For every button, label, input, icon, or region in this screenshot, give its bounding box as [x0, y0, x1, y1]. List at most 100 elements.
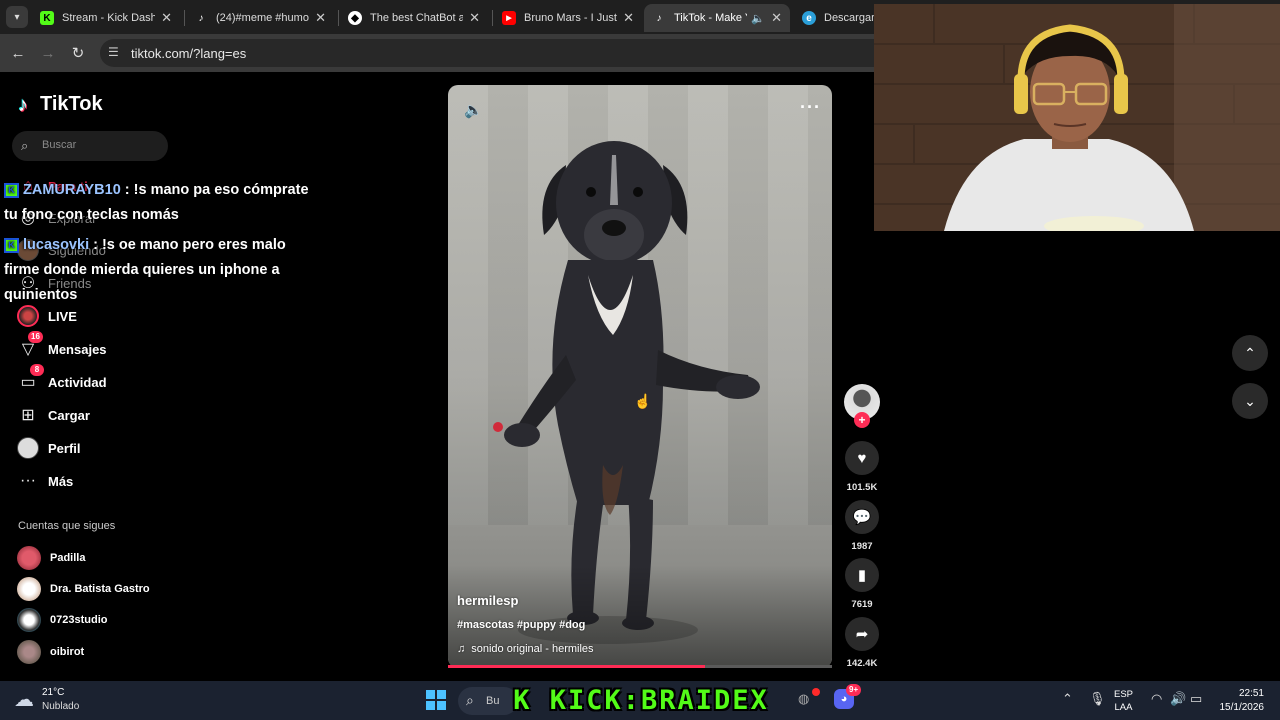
search-input[interactable]: ⌕ Buscar — [12, 131, 168, 161]
avatar — [17, 608, 41, 632]
youtube-icon: ▶ — [502, 11, 516, 25]
tab-descargar[interactable]: e Descargar H — [794, 4, 884, 32]
tiktok-icon: ♪ — [656, 12, 662, 24]
sidebar-item-label: Actividad — [48, 374, 107, 390]
start-button[interactable] — [426, 690, 446, 710]
url-text[interactable]: tiktok.com/?lang=es — [131, 46, 246, 61]
like-button[interactable]: ♥ 101.5K — [844, 441, 880, 493]
sidebar-item-mas[interactable]: ··· Más — [16, 469, 73, 493]
save-button[interactable]: ▮ 7619 — [844, 558, 880, 610]
microphone-icon[interactable]: 🎙 — [1089, 691, 1106, 707]
discord-badge: 9+ — [846, 684, 862, 696]
kick-channel-banner: K KICK:BRAIDEX — [513, 684, 769, 716]
clock[interactable]: 22:51 15/1/2026 — [1214, 687, 1265, 715]
more-icon: ··· — [20, 472, 36, 489]
music-note-icon: ♫ — [457, 643, 466, 655]
clock-date: 15/1/2026 — [1219, 702, 1265, 713]
kick-badge-icon: K — [4, 237, 19, 253]
profile-icon — [16, 436, 40, 460]
cloud-icon: ☁ — [14, 689, 34, 711]
volume-icon[interactable]: 🔈 — [464, 101, 483, 119]
creator-avatar-button[interactable]: + — [844, 384, 880, 428]
live-dot-icon — [812, 688, 820, 696]
tiktok-icon: ♪ — [18, 93, 28, 116]
language-indicator[interactable]: ESP LAA — [1114, 688, 1133, 714]
keyboard-layout: LAA — [1114, 702, 1133, 713]
mouse-cursor-icon: ☝ — [634, 393, 652, 409]
chevron-up-icon[interactable]: ⌃ — [1062, 691, 1073, 707]
previous-video-button[interactable]: ⌃ — [1232, 335, 1268, 371]
tab-meme-humor[interactable]: ♪ (24)#meme #humor ✕ — [186, 4, 334, 32]
following-account[interactable]: 0723studio — [17, 608, 107, 632]
kick-icon: K — [40, 11, 54, 25]
share-count: 142.4K — [846, 658, 878, 669]
avatar — [17, 577, 41, 601]
close-icon[interactable]: ✕ — [469, 10, 480, 26]
upload-icon: ⊞ — [21, 407, 35, 424]
following-account[interactable]: Dra. Batista Gastro — [17, 577, 150, 601]
follow-plus-icon[interactable]: + — [854, 412, 870, 428]
close-icon[interactable]: ✕ — [623, 10, 634, 26]
following-account[interactable]: Padilla — [17, 546, 85, 570]
video-progress-bar[interactable] — [448, 665, 832, 668]
video-sound[interactable]: ♫ sonido original - hermiles — [457, 643, 594, 655]
discord-app-icon[interactable]: ◕ 9+ — [834, 684, 862, 709]
following-account[interactable]: oibirot — [17, 640, 84, 664]
tab-label: Descargar H — [824, 12, 876, 24]
sidebar-item-label: LIVE — [48, 308, 77, 324]
sidebar-item-label: Más — [48, 473, 74, 489]
wifi-icon[interactable]: ◠ — [1151, 691, 1162, 707]
save-count: 7619 — [851, 599, 873, 610]
comment-icon: 💬 — [845, 500, 879, 534]
more-options-icon[interactable]: ··· — [800, 97, 821, 118]
site-info-icon[interactable]: ☰ — [108, 45, 124, 61]
share-button[interactable]: ➦ 142.4K — [844, 617, 880, 669]
sidebar-item-perfil[interactable]: Perfil — [16, 436, 81, 460]
close-icon[interactable]: ✕ — [771, 10, 782, 26]
sidebar-item-actividad[interactable]: ▭ 8 Actividad — [16, 364, 107, 394]
video-player[interactable]: 🔈 ··· ☝ hermilesp #mascotas #puppy #dog … — [448, 85, 832, 668]
tab-bruno-mars[interactable]: ▶ Bruno Mars - I Just M ✕ — [494, 4, 642, 32]
webcam-overlay — [874, 4, 1280, 231]
edge-icon: e — [802, 11, 816, 25]
forward-arrow-icon[interactable]: → — [37, 42, 59, 64]
chat-username: lucasovki — [23, 237, 90, 253]
streamer-webcam-image — [874, 4, 1280, 231]
tiktok-logo[interactable]: ♪ TikTok — [18, 93, 103, 116]
address-bar[interactable]: ☰ tiktok.com/?lang=es — [100, 39, 960, 67]
following-section-title: Cuentas que sigues — [18, 520, 116, 532]
search-placeholder: Buscar — [42, 139, 77, 151]
account-name: Padilla — [50, 552, 86, 564]
tab-kick-dashboard[interactable]: K Stream - Kick Dashbo ✕ — [32, 4, 180, 32]
next-video-button[interactable]: ⌄ — [1232, 383, 1268, 419]
reload-icon[interactable]: ↻ — [67, 42, 89, 64]
close-icon[interactable]: ✕ — [315, 10, 326, 26]
video-author[interactable]: hermilesp — [457, 593, 518, 608]
tab-chatbot[interactable]: ◆ The best ChatBot and ✕ — [340, 4, 488, 32]
account-name: 0723studio — [50, 614, 108, 626]
comment-button[interactable]: 💬 1987 — [844, 500, 880, 552]
close-icon[interactable]: ✕ — [161, 10, 172, 26]
sidebar-item-live[interactable]: LIVE — [16, 304, 77, 328]
avatar — [17, 640, 41, 664]
tab-label: Bruno Mars - I Just M — [524, 12, 617, 24]
video-hashtags[interactable]: #mascotas #puppy #dog — [457, 619, 585, 631]
activity-icon: ▭ 8 — [16, 364, 44, 394]
account-name: oibirot — [50, 646, 85, 658]
tiktok-icon: ♪ — [198, 12, 204, 24]
search-icon: ⌕ — [21, 138, 29, 153]
speaker-icon[interactable]: 🔈 — [751, 12, 765, 25]
sidebar-item-mensajes[interactable]: ▽ 16 Mensajes — [16, 331, 107, 361]
tab-tiktok-active[interactable]: ♪ TikTok - Make Yo 🔈 ✕ — [644, 4, 790, 32]
weather-widget[interactable]: ☁ 21°C Nublado — [14, 687, 79, 712]
chrome-app-icon[interactable]: ◍ — [798, 691, 809, 707]
tab-search-button[interactable]: ▾ — [6, 6, 28, 28]
heart-icon: ♥ — [845, 441, 879, 475]
sidebar-item-cargar[interactable]: ⊞ Cargar — [16, 403, 90, 427]
volume-icon[interactable]: 🔊 — [1170, 691, 1186, 707]
tab-label: TikTok - Make Yo — [674, 12, 747, 24]
messages-icon: ▽ 16 — [16, 331, 43, 361]
back-arrow-icon[interactable]: ← — [7, 42, 29, 64]
battery-icon[interactable]: ▭ — [1190, 691, 1202, 707]
activity-badge: 8 — [30, 364, 44, 376]
